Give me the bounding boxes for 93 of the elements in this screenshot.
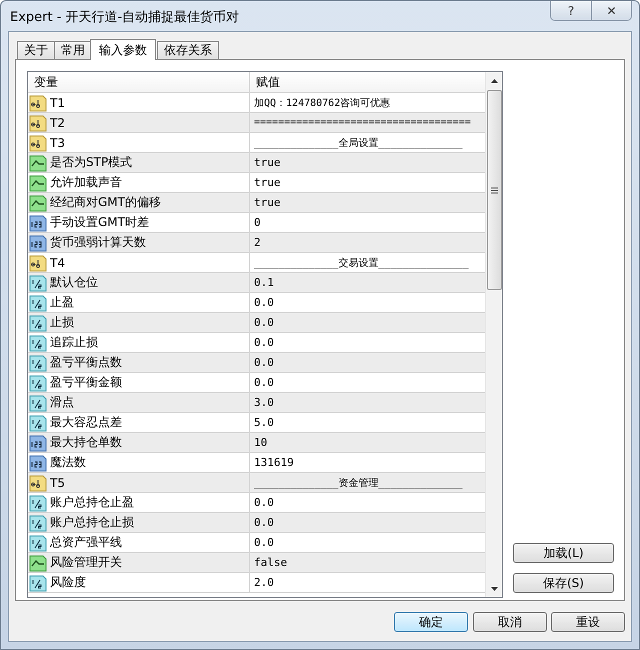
parameter-value[interactable]: 0.0 [254, 516, 274, 529]
scroll-up-icon[interactable] [490, 78, 498, 82]
dialog-button[interactable]: 确定 [394, 612, 468, 632]
parameter-value[interactable]: true [254, 156, 280, 169]
parameter-name: 默认仓位 [50, 274, 98, 291]
parameter-value[interactable]: 0.0 [254, 356, 274, 369]
decimal-type-icon [29, 274, 47, 292]
parameter-name: T5 [50, 476, 65, 490]
parameter-value[interactable]: 3.0 [254, 396, 274, 409]
parameter-value[interactable]: 10 [254, 436, 268, 449]
parameter-name: 追踪止损 [50, 334, 98, 351]
parameter-value[interactable]: 加QQ：124780762咨询可优惠 [254, 96, 390, 110]
parameter-name: 允许加载声音 [50, 174, 122, 191]
side-button[interactable]: 保存(S) [513, 573, 614, 593]
parameter-name: 盈亏平衡点数 [50, 354, 122, 371]
close-button[interactable]: ✕ [591, 1, 631, 20]
parameter-value[interactable]: 0.0 [254, 496, 274, 509]
toggle-type-icon [29, 174, 47, 192]
parameter-value[interactable]: 0.0 [254, 336, 274, 349]
parameter-value[interactable]: 0.0 [254, 376, 274, 389]
text-type-icon [29, 474, 47, 492]
text-type-icon [29, 114, 47, 132]
parameter-value[interactable]: 2 [254, 236, 261, 249]
decimal-type-icon [29, 294, 47, 312]
decimal-type-icon [29, 414, 47, 432]
dialog-button[interactable]: 取消 [473, 612, 547, 632]
grip-icon [491, 186, 498, 194]
parameter-name: 风险度 [50, 574, 86, 591]
tab[interactable]: 依存关系 [157, 41, 219, 59]
parameter-value[interactable]: 0.0 [254, 536, 274, 549]
parameter-value[interactable]: 0.1 [254, 276, 274, 289]
integer-type-icon [29, 434, 47, 452]
column-header[interactable]: 赋值 [250, 72, 485, 92]
toggle-type-icon [29, 554, 47, 572]
toggle-type-icon [29, 194, 47, 212]
parameter-name: 魔法数 [50, 454, 86, 471]
parameter-value[interactable]: true [254, 196, 280, 209]
parameter-value[interactable]: ==================================== [254, 117, 471, 128]
decimal-type-icon [29, 374, 47, 392]
decimal-type-icon [29, 354, 47, 372]
tab[interactable]: 关于 [17, 41, 55, 59]
parameter-value[interactable]: 5.0 [254, 416, 274, 429]
parameter-value[interactable]: 131619 [254, 456, 294, 469]
parameter-name: 手动设置GMT时差 [50, 214, 149, 231]
parameter-name: 止损 [50, 314, 74, 331]
text-type-icon [29, 254, 47, 272]
decimal-type-icon [29, 334, 47, 352]
parameter-name: 总资产强平线 [50, 534, 122, 551]
column-header[interactable]: 变量 [28, 72, 250, 92]
help-button[interactable]: ? [551, 1, 591, 20]
tab[interactable]: 常用 [54, 41, 92, 59]
parameter-name: T4 [50, 256, 65, 270]
decimal-type-icon [29, 494, 47, 512]
dialog-button[interactable]: 重设 [551, 612, 625, 632]
toggle-type-icon [29, 154, 47, 172]
decimal-type-icon [29, 394, 47, 412]
scroll-down-icon[interactable] [490, 586, 498, 590]
parameter-name: 账户总持仓止损 [50, 514, 134, 531]
parameter-value[interactable]: ______________交易设置_______________ [254, 256, 469, 270]
parameter-name: 止盈 [50, 294, 74, 311]
parameter-name: 经纪商对GMT的偏移 [50, 194, 161, 211]
text-type-icon [29, 134, 47, 152]
parameter-value[interactable]: true [254, 176, 280, 189]
window-title: Expert - 开天行道-自动捕捉最佳货币对 [10, 9, 240, 26]
decimal-type-icon [29, 314, 47, 332]
parameter-value[interactable]: 0.0 [254, 316, 274, 329]
decimal-type-icon [29, 514, 47, 532]
scrollbar[interactable] [485, 72, 502, 597]
decimal-type-icon [29, 534, 47, 552]
side-button[interactable]: 加载(L) [513, 543, 614, 563]
text-type-icon [29, 94, 47, 112]
parameter-name: 风险管理开关 [50, 554, 122, 571]
parameter-name: 滑点 [50, 394, 74, 411]
decimal-type-icon [29, 574, 47, 592]
integer-type-icon [29, 214, 47, 232]
parameter-name: T1 [50, 96, 65, 110]
tab[interactable]: 输入参数 [90, 39, 156, 60]
parameter-value[interactable]: 2.0 [254, 576, 274, 589]
parameter-value[interactable]: 0 [254, 216, 261, 229]
parameter-name: 最大容忍点差 [50, 414, 122, 431]
integer-type-icon [29, 234, 47, 252]
integer-type-icon [29, 454, 47, 472]
parameter-name: 货币强弱计算天数 [50, 234, 146, 251]
parameter-value[interactable]: false [254, 556, 288, 569]
parameter-value[interactable]: 0.0 [254, 296, 274, 309]
parameter-name: 账户总持仓止盈 [50, 494, 134, 511]
parameter-name: T2 [50, 116, 65, 130]
parameter-name: 最大持仓单数 [50, 434, 122, 451]
parameter-name: 盈亏平衡金额 [50, 374, 122, 391]
parameter-name: 是否为STP模式 [50, 154, 132, 171]
parameter-value[interactable]: ______________全局设置______________ [254, 136, 463, 150]
parameter-value[interactable]: ______________资金管理______________ [254, 476, 463, 490]
parameter-name: T3 [50, 136, 65, 150]
